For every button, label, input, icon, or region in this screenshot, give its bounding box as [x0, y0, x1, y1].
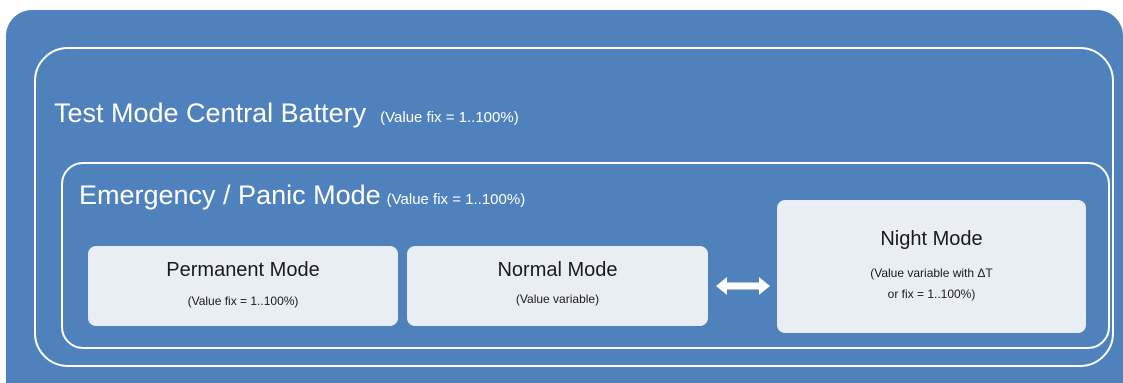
emergency-mode-title: Emergency / Panic Mode: [79, 180, 381, 210]
night-mode-value-line-2: or fix = 1..100%): [887, 287, 976, 301]
normal-mode-title: Normal Mode: [497, 259, 618, 281]
normal-mode-value: (Value variable): [515, 292, 600, 306]
night-mode-title: Night Mode: [880, 228, 983, 250]
permanent-mode-box: Permanent Mode (Value fix = 1..100%): [88, 246, 398, 326]
emergency-mode-value: (Value fix = 1..100%): [386, 191, 526, 208]
emergency-mode-heading: Emergency / Panic Mode (Value fix = 1..10…: [79, 180, 525, 211]
night-mode-value: (Value variable with ΔT or fix = 1..100%…: [777, 263, 1086, 305]
normal-mode-box: Normal Mode (Value variable): [407, 246, 708, 326]
night-mode-value-line-1: (Value variable with ΔT: [870, 266, 993, 280]
permanent-mode-title: Permanent Mode: [166, 259, 320, 281]
permanent-mode-value: (Value fix = 1..100%): [187, 294, 299, 308]
test-mode-title: Test Mode Central Battery: [54, 98, 367, 128]
night-mode-box: Night Mode (Value variable with ΔT or fi…: [777, 200, 1086, 333]
test-mode-heading: Test Mode Central Battery (Value fix = 1.…: [54, 98, 519, 129]
test-mode-value: (Value fix = 1..100%): [380, 109, 519, 126]
double-arrow-icon: [716, 277, 770, 295]
